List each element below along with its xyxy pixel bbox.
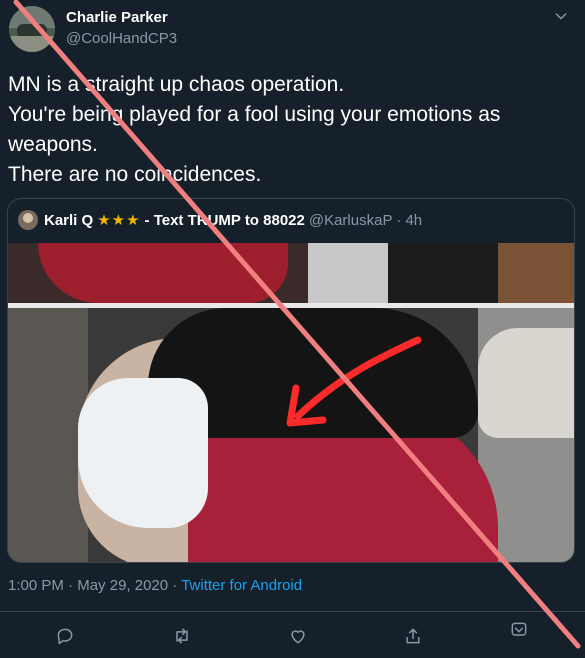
tweet-source-link[interactable]: Twitter for Android — [181, 577, 302, 594]
display-name[interactable]: Charlie Parker — [66, 9, 168, 26]
quoted-time: 4h — [405, 211, 423, 229]
tweet-date[interactable]: May 29, 2020 — [77, 577, 168, 594]
photo-top-panel — [8, 243, 574, 303]
avatar[interactable] — [9, 6, 55, 52]
bookmark-chevron-icon[interactable] — [505, 616, 533, 644]
quoted-avatar — [18, 210, 38, 230]
chevron-down-icon[interactable] — [553, 8, 569, 27]
tweet-time[interactable]: 1:00 PM — [8, 577, 64, 594]
separator-dot: · — [172, 577, 182, 594]
quoted-display-name: Karli Q — [44, 211, 94, 229]
share-icon[interactable] — [399, 622, 427, 650]
user-handle[interactable]: @CoolHandCP3 — [66, 30, 177, 47]
divider — [0, 611, 585, 612]
photo-bottom-panel — [8, 308, 574, 562]
retweet-icon[interactable] — [168, 622, 196, 650]
tweet: Charlie Parker @CoolHandCP3 MN is a stra… — [0, 0, 585, 658]
reply-icon[interactable] — [51, 622, 79, 650]
quoted-name-suffix: - Text TRUMP to 88022 — [144, 211, 305, 229]
heart-icon[interactable] — [284, 622, 312, 650]
quoted-handle: @KarluskaP — [308, 211, 393, 229]
action-bar — [0, 622, 585, 650]
quoted-tweet-header: Karli Q ★★★ - Text TRUMP to 88022 @Karlu… — [18, 209, 422, 231]
separator-dot: · — [396, 211, 402, 229]
quoted-tweet[interactable]: Karli Q ★★★ - Text TRUMP to 88022 @Karlu… — [7, 198, 575, 563]
red-arrow-icon — [286, 336, 422, 427]
separator-dot: · — [68, 577, 78, 594]
tweet-metadata: 1:00 PM · May 29, 2020 · Twitter for And… — [8, 577, 302, 594]
tweet-text: MN is a straight up chaos operation. You… — [8, 73, 501, 186]
star-icons: ★★★ — [97, 212, 141, 229]
quoted-photo[interactable] — [8, 243, 574, 562]
